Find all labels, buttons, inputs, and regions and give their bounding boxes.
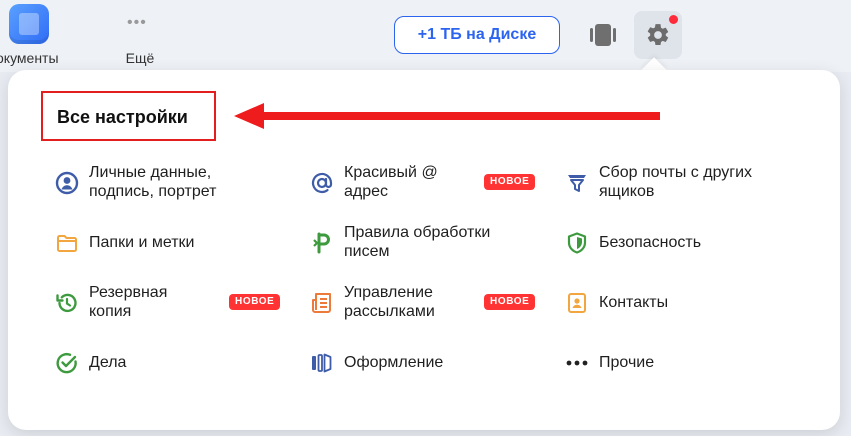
check-circle-icon (56, 353, 77, 374)
menu-item-label: Правила обработки писем (344, 224, 491, 260)
at-sign-icon (311, 172, 333, 194)
contacts-icon (568, 293, 586, 313)
menu-item-label: Сбор почты с других ящиков (599, 164, 753, 200)
menu-item-label: Контакты (599, 294, 669, 311)
annotation-arrow (234, 103, 660, 129)
funnel-icon (568, 175, 586, 192)
menu-item-label: Прочие (599, 354, 655, 371)
phone-icon (590, 24, 616, 46)
menu-item-label: Красивый @ адрес (344, 164, 438, 200)
gear-icon (647, 24, 669, 46)
folder-icon (57, 235, 77, 252)
settings-dropdown: Все настройки Личные данные, подпись, по… (8, 70, 840, 430)
all-settings-link[interactable]: Все настройки (57, 107, 188, 128)
disk-upgrade-button[interactable]: +1 ТБ на Диске (394, 16, 560, 54)
theme-icon (312, 353, 332, 373)
menu-item-label: Безопасность (599, 234, 702, 251)
person-circle-icon (55, 171, 79, 195)
top-bar: окументы ••• Ещё +1 ТБ на Диске (0, 0, 851, 72)
rules-icon (313, 232, 330, 254)
new-badge: НОВОЕ (484, 294, 536, 310)
new-badge: НОВОЕ (484, 174, 536, 190)
menu-item-label: Дела (89, 354, 127, 371)
mobile-app-button[interactable] (586, 18, 620, 52)
more-dots-icon: ••• (127, 14, 147, 31)
menu-item-label: Оформление (344, 354, 444, 371)
notification-dot (669, 15, 678, 24)
more-apps[interactable]: ••• Ещё (112, 0, 168, 72)
menu-item-label: Личные данные, подпись, портрет (89, 164, 217, 200)
documents-label: окументы (0, 50, 59, 66)
newsletter-icon (312, 293, 331, 313)
menu-item-label: Папки и метки (89, 234, 195, 251)
more-dots-icon (566, 360, 588, 366)
settings-button[interactable] (634, 11, 682, 59)
menu-item-label: Управление рассылками (344, 284, 435, 320)
menu-item-label: Резервная копия (89, 284, 168, 320)
documents-app[interactable]: окументы (0, 0, 80, 72)
shield-icon (567, 232, 587, 254)
more-label: Ещё (125, 50, 155, 66)
all-settings-highlight: Все настройки (41, 91, 216, 141)
documents-icon (9, 4, 49, 44)
new-badge: НОВОЕ (229, 294, 281, 310)
backup-icon (56, 293, 77, 313)
